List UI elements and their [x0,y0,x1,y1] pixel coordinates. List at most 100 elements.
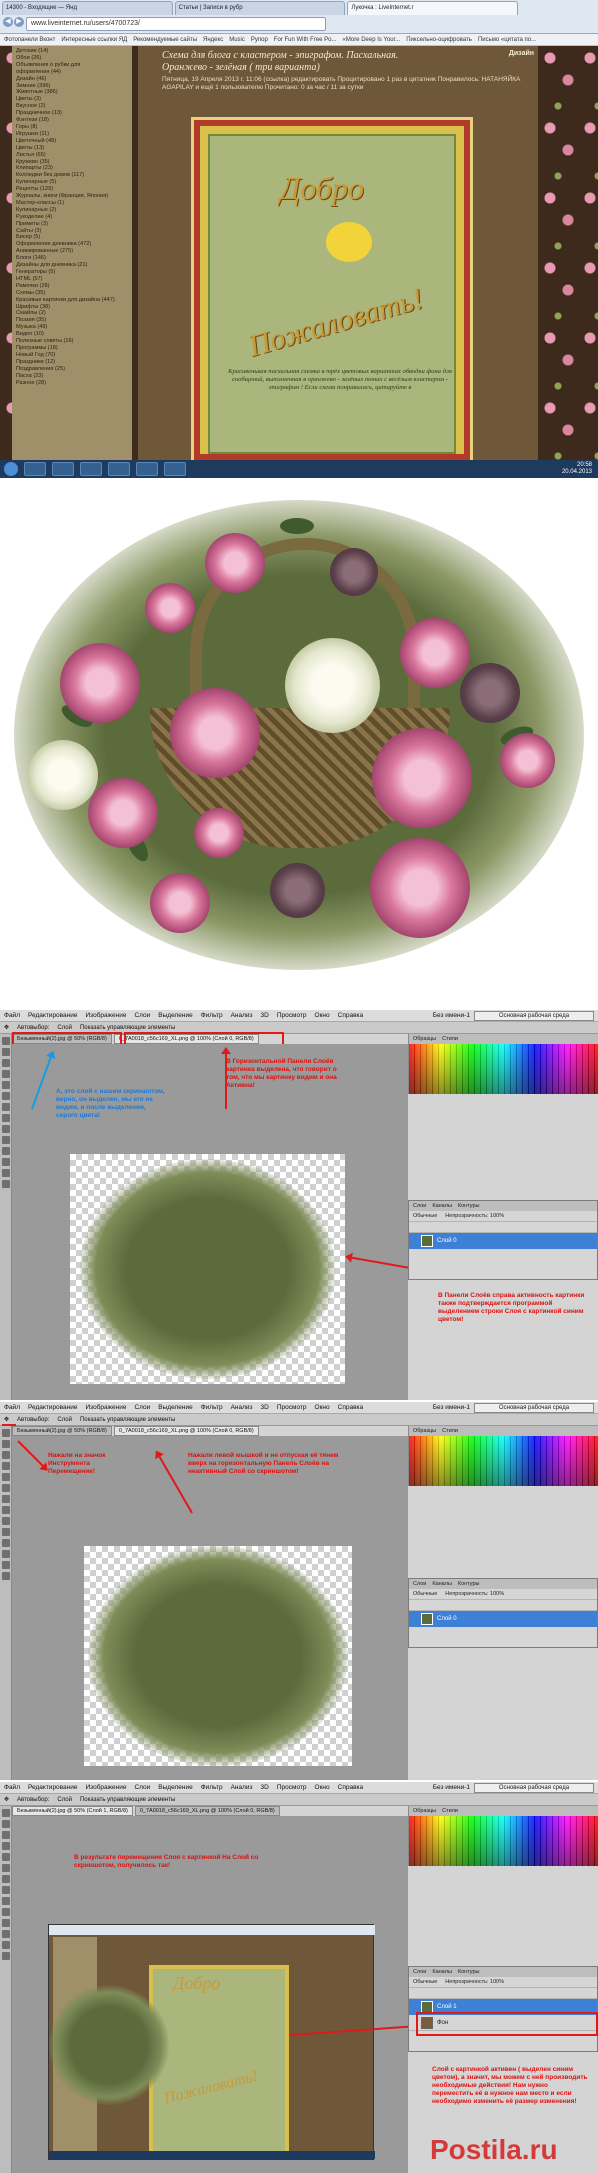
menu-edit[interactable]: Редактирование [28,1402,78,1413]
bookmark[interactable]: For Fun With Free Po... [274,34,337,45]
back-icon[interactable]: ◀ [3,17,13,27]
sidebar-link[interactable]: Смайлы (2) [16,310,128,317]
menu-select[interactable]: Выделение [158,1010,192,1021]
sidebar-link[interactable]: Цветы (13) [16,145,128,152]
lasso-tool-icon[interactable] [1,1059,10,1067]
menu-filter[interactable]: Фильтр [201,1782,223,1793]
zoom-tool-icon[interactable] [1,1572,10,1580]
sidebar-link[interactable]: Программы (18) [16,345,128,352]
zoom-tool-icon[interactable] [1,1952,10,1960]
hand-tool-icon[interactable] [1,1941,10,1949]
magic-wand-icon[interactable] [1,1070,10,1078]
sidebar-link[interactable]: Рецепты (129) [16,186,128,193]
eraser-tool-icon[interactable] [1,1897,10,1905]
menu-layers[interactable]: Слои [134,1782,150,1793]
tab-layers[interactable]: Слои [413,1201,426,1211]
color-swatches[interactable] [409,1436,598,1486]
stamp-tool-icon[interactable] [1,1506,10,1514]
sidebar-link[interactable]: Поэзия (35) [16,317,128,324]
tab-paths[interactable]: Контуры [458,1201,480,1211]
bookmark[interactable]: Яндекс [203,34,223,45]
brush-tool-icon[interactable] [1,1875,10,1883]
sidebar-link[interactable]: Обои (26) [16,55,128,62]
sidebar-link[interactable]: Рукоделие (4) [16,214,128,221]
sidebar-link[interactable]: Бисер (5) [16,234,128,241]
menu-window[interactable]: Окно [315,1010,330,1021]
menu-image[interactable]: Изображение [86,1782,127,1793]
tab-styles[interactable]: Стили [442,1034,458,1044]
start-button[interactable] [4,462,18,476]
tab-channels[interactable]: Каналы [432,1201,452,1211]
text-tool-icon[interactable] [1,1919,10,1927]
sidebar-link[interactable]: Горы (8) [16,124,128,131]
stamp-tool-icon[interactable] [1,1886,10,1894]
move-tool-icon[interactable] [1,1037,10,1045]
text-tool-icon[interactable] [1,1539,10,1547]
blend-mode[interactable]: Обычные [413,1589,437,1599]
bookmark[interactable]: Фотопанели Bкoнт [4,34,55,45]
auto-select-dropdown[interactable]: Слой [57,1025,72,1031]
taskbar-app-icon[interactable] [52,462,74,476]
tab-layers[interactable]: Слои [413,1967,426,1977]
sidebar-link[interactable]: Кулинарные (2) [16,207,128,214]
move-tool-icon[interactable]: ✥ [4,1416,9,1423]
menu-layers[interactable]: Слои [134,1402,150,1413]
auto-select-dropdown[interactable]: Слой [57,1797,72,1803]
blend-mode[interactable]: Обычные [413,1211,437,1221]
menu-select[interactable]: Выделение [158,1402,192,1413]
browser-tab[interactable]: Статьи | Записи в рубр [174,1,346,15]
sidebar-link[interactable]: Дизайн (46) [16,76,128,83]
sidebar-link[interactable]: Разное (28) [16,380,128,387]
tab-styles[interactable]: Стили [442,1806,458,1816]
sidebar-link[interactable]: Фэнтези (18) [16,117,128,124]
sidebar-link[interactable]: Цветы (3) [16,96,128,103]
stamp-tool-icon[interactable] [1,1114,10,1122]
bookmark[interactable]: Music [229,34,245,45]
sidebar-link[interactable]: Праздники (12) [16,359,128,366]
color-swatches[interactable] [409,1816,598,1866]
menu-window[interactable]: Окно [315,1782,330,1793]
crop-tool-icon[interactable] [1,1853,10,1861]
menu-file[interactable]: Файл [4,1402,20,1413]
doc-tab-screenshot[interactable]: Безымянный(2).jpg @ 50% (Слой 1, RGB/8) [12,1806,133,1816]
magic-wand-icon[interactable] [1,1842,10,1850]
tab-paths[interactable]: Контуры [458,1967,480,1977]
show-controls-checkbox[interactable]: Показать управляющие элементы [80,1417,175,1423]
pen-tool-icon[interactable] [1,1930,10,1938]
sidebar-link[interactable]: Полезные советы (16) [16,338,128,345]
taskbar-app-icon[interactable] [80,462,102,476]
menu-edit[interactable]: Редактирование [28,1782,78,1793]
menu-3d[interactable]: 3D [261,1010,269,1021]
auto-select-dropdown[interactable]: Слой [57,1417,72,1423]
hand-tool-icon[interactable] [1,1561,10,1569]
gradient-tool-icon[interactable] [1,1528,10,1536]
menu-layers[interactable]: Слои [134,1010,150,1021]
address-bar[interactable]: www.liveinternet.ru/users/4700723/ [26,17,326,31]
menu-analysis[interactable]: Анализ [231,1782,253,1793]
tab-layers[interactable]: Слои [413,1579,426,1589]
opacity[interactable]: Непрозрачность: 100% [445,1589,504,1599]
browser-tab-active[interactable]: Лукочка : LiveInternet.r [347,1,519,15]
show-controls-checkbox[interactable]: Показать управляющие элементы [80,1797,175,1803]
opacity[interactable]: Непрозрачность: 100% [445,1211,504,1221]
menu-select[interactable]: Выделение [158,1782,192,1793]
sidebar-link[interactable]: Генераторы (5) [16,269,128,276]
doc-tab-basket[interactable]: 0_7A0018_c56c169_XL.png @ 100% (Слой 0, … [113,1426,259,1436]
sidebar-link[interactable]: оформления (44) [16,69,128,76]
sidebar-link[interactable]: Приметы (3) [16,221,128,228]
tab-swatches[interactable]: Образцы [413,1034,436,1044]
menu-filter[interactable]: Фильтр [201,1402,223,1413]
sidebar-link[interactable]: Красивые картинки для дизайна (447) [16,297,128,304]
gradient-tool-icon[interactable] [1,1136,10,1144]
sidebar-link[interactable]: Поздравления (25) [16,366,128,373]
sidebar-link[interactable]: Рамочки (28) [16,283,128,290]
tab-styles[interactable]: Стили [442,1426,458,1436]
bookmark[interactable]: Интересные ссылки ЯД [61,34,127,45]
sidebar-link[interactable]: Дизайны для дневника (21) [16,262,128,269]
menu-view[interactable]: Просмотр [277,1782,307,1793]
menu-3d[interactable]: 3D [261,1402,269,1413]
sidebar-link[interactable]: Животные (386) [16,89,128,96]
move-tool-icon[interactable] [1,1429,10,1437]
move-tool-icon[interactable] [1,1809,10,1817]
tab-channels[interactable]: Каналы [432,1579,452,1589]
